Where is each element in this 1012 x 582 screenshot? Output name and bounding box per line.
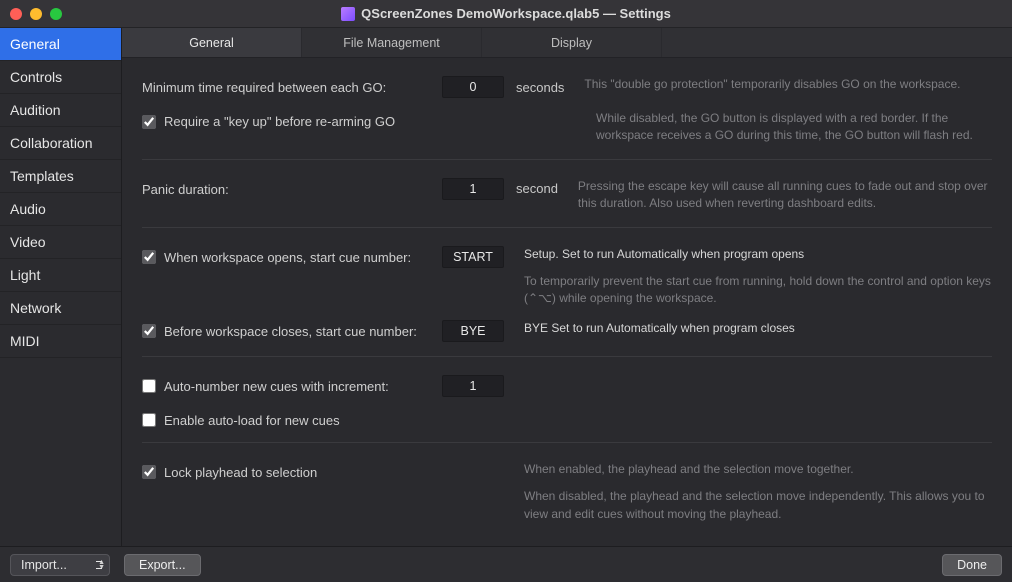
autoload-checkbox[interactable]: Enable auto-load for new cues [142, 413, 442, 428]
min-go-label: Minimum time required between each GO: [142, 76, 442, 95]
export-button[interactable]: Export... [124, 554, 201, 576]
panic-input[interactable] [442, 178, 504, 200]
min-go-unit: seconds [516, 80, 564, 95]
close-icon[interactable] [10, 8, 22, 20]
lock-playhead-checkbox[interactable]: Lock playhead to selection [142, 465, 442, 480]
fullscreen-icon[interactable] [50, 8, 62, 20]
open-cue-checkbox[interactable]: When workspace opens, start cue number: [142, 250, 442, 265]
open-cue-field[interactable] [442, 246, 504, 268]
close-cue-label: Before workspace closes, start cue numbe… [164, 324, 417, 339]
open-cue-input[interactable] [142, 250, 156, 264]
minimize-icon[interactable] [30, 8, 42, 20]
divider [142, 159, 992, 160]
panic-unit: second [516, 181, 558, 196]
open-cue-desc-wrap: Setup. Set to run Automatically when pro… [524, 246, 992, 308]
sidebar-item-network[interactable]: Network [0, 292, 121, 325]
tab-general[interactable]: General [122, 28, 302, 57]
divider [142, 442, 992, 443]
sidebar-item-audio[interactable]: Audio [0, 193, 121, 226]
panic-desc: Pressing the escape key will cause all r… [578, 178, 992, 213]
titlebar: QScreenZones DemoWorkspace.qlab5 — Setti… [0, 0, 1012, 28]
autonum-input[interactable] [142, 379, 156, 393]
lock-playhead-input[interactable] [142, 465, 156, 479]
open-cue-label: When workspace opens, start cue number: [164, 250, 411, 265]
settings-tabs: General File Management Display [122, 28, 1012, 58]
window-controls [10, 8, 62, 20]
sidebar-item-light[interactable]: Light [0, 259, 121, 292]
panic-label: Panic duration: [142, 178, 442, 197]
sidebar-item-collaboration[interactable]: Collaboration [0, 127, 121, 160]
sidebar-item-controls[interactable]: Controls [0, 61, 121, 94]
chevron-updown-icon: ▲▼ [98, 560, 105, 570]
divider [142, 356, 992, 357]
require-keyup-input[interactable] [142, 115, 156, 129]
close-cue-desc: BYE Set to run Automatically when progra… [524, 320, 992, 337]
autoload-label: Enable auto-load for new cues [164, 413, 340, 428]
window-title-text: QScreenZones DemoWorkspace.qlab5 — Setti… [361, 6, 671, 21]
close-cue-checkbox[interactable]: Before workspace closes, start cue numbe… [142, 324, 442, 339]
require-keyup-checkbox[interactable]: Require a "key up" before re-arming GO [142, 114, 442, 129]
sidebar-item-video[interactable]: Video [0, 226, 121, 259]
close-cue-input[interactable] [142, 324, 156, 338]
done-button[interactable]: Done [942, 554, 1002, 576]
app-icon [341, 7, 355, 21]
tab-display[interactable]: Display [482, 28, 662, 57]
open-cue-desc2: To temporarily prevent the start cue fro… [524, 273, 992, 308]
lock-playhead-desc1: When enabled, the playhead and the selec… [524, 461, 992, 478]
window-title: QScreenZones DemoWorkspace.qlab5 — Setti… [0, 6, 1012, 21]
import-select[interactable]: Import... ▲▼ [10, 554, 110, 576]
lock-playhead-desc2: When disabled, the playhead and the sele… [524, 488, 992, 523]
autonum-checkbox[interactable]: Auto-number new cues with increment: [142, 379, 442, 394]
settings-sidebar: General Controls Audition Collaboration … [0, 28, 122, 546]
footer: Import... ▲▼ Export... Done [0, 546, 1012, 582]
general-pane: Minimum time required between each GO: s… [122, 58, 1012, 546]
lock-playhead-desc-wrap: When enabled, the playhead and the selec… [524, 461, 992, 523]
autoload-input[interactable] [142, 413, 156, 427]
sidebar-item-audition[interactable]: Audition [0, 94, 121, 127]
require-keyup-desc: While disabled, the GO button is display… [596, 110, 992, 145]
close-cue-field[interactable] [442, 320, 504, 342]
tab-file-management[interactable]: File Management [302, 28, 482, 57]
autonum-field[interactable] [442, 375, 504, 397]
require-keyup-label: Require a "key up" before re-arming GO [164, 114, 395, 129]
sidebar-item-midi[interactable]: MIDI [0, 325, 121, 358]
divider [142, 227, 992, 228]
sidebar-item-templates[interactable]: Templates [0, 160, 121, 193]
lock-playhead-label: Lock playhead to selection [164, 465, 317, 480]
min-go-desc: This "double go protection" temporarily … [584, 76, 992, 93]
import-label: Import... [21, 558, 67, 572]
sidebar-item-general[interactable]: General [0, 28, 121, 61]
min-go-input[interactable] [442, 76, 504, 98]
open-cue-desc: Setup. Set to run Automatically when pro… [524, 246, 992, 263]
autonum-label: Auto-number new cues with increment: [164, 379, 389, 394]
